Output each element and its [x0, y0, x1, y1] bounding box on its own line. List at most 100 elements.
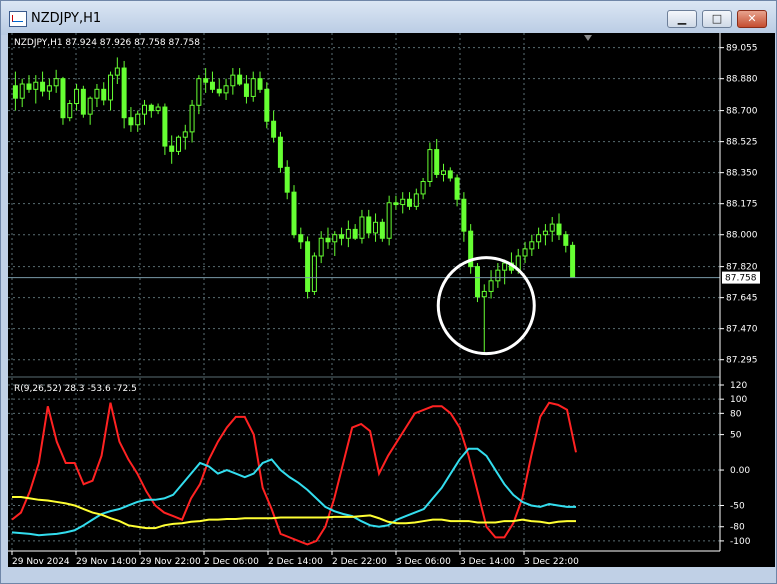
price-tick-label: 88.880: [726, 75, 758, 85]
candle-body: [46, 85, 52, 92]
time-tick-label: 3 Dec 06:00: [396, 557, 451, 567]
indicator-tick-label: 80: [730, 409, 742, 419]
candle-body: [420, 181, 426, 195]
candle-body: [413, 193, 419, 207]
candle-body: [230, 74, 236, 87]
candle-body: [257, 78, 263, 90]
candle-body: [243, 83, 249, 97]
candle-body: [128, 117, 134, 126]
chart-canvas[interactable]: 89.055 88.880 88.700 88.525 88.350 88.175 88.0…: [8, 33, 775, 567]
price-candles: [12, 57, 576, 352]
candle-body: [318, 237, 324, 257]
candle-body: [216, 88, 222, 94]
candle-body: [26, 83, 32, 90]
time-tick-label: 2 Dec 22:00: [332, 557, 387, 567]
candle-body: [250, 78, 256, 97]
candle-body: [298, 234, 304, 243]
candle-body: [209, 81, 215, 90]
candle-body: [400, 198, 406, 206]
candle-body: [60, 78, 66, 119]
candle-body: [502, 262, 508, 271]
time-axis: 29 Nov 2024 29 Nov 14:00 29 Nov 22:00 2 Dec…: [11, 551, 579, 567]
candle-body: [121, 67, 127, 119]
candle-body: [87, 97, 93, 115]
indicator-lines: [11, 401, 577, 546]
candle-body: [196, 78, 202, 106]
price-tick-label: 88.350: [726, 169, 758, 179]
candle-body: [495, 269, 501, 282]
candle-body: [189, 104, 195, 133]
candle-body: [488, 280, 494, 292]
indicator-tick-label: -80: [730, 523, 745, 533]
candle-body: [311, 255, 317, 292]
title-bar[interactable]: NZDJPY,H1 ▁ □ ✕: [1, 1, 776, 35]
candle-body: [155, 106, 161, 112]
indicator-axis: 120 100 80 50 0.00 -50 -80 -100: [720, 381, 751, 547]
main-chart-grid: [8, 33, 720, 551]
indicator-tick-label: -100: [730, 537, 751, 547]
indicator-series-line: [12, 495, 576, 530]
candle-body: [33, 81, 39, 90]
candle-body: [440, 170, 446, 175]
candle-body: [359, 216, 365, 239]
candle-body: [461, 198, 467, 232]
window-bottom-border: [8, 567, 775, 582]
candle-body: [556, 223, 562, 236]
indicator-tick-label: -50: [730, 501, 745, 511]
symbol-info-label: NZDJPY,H1 87.924 87.926 87.758 87.758: [14, 38, 200, 48]
candle-body: [345, 228, 351, 239]
price-tick-label: 87.645: [726, 294, 758, 304]
candle-body: [570, 244, 576, 278]
candle-body: [80, 88, 86, 115]
current-price-label: 87.758: [725, 274, 757, 284]
candle-body: [114, 67, 120, 76]
price-tick-label: 89.055: [726, 44, 758, 54]
price-tick-label: 88.700: [726, 107, 758, 117]
candle-body: [291, 191, 297, 236]
candle-body: [536, 234, 542, 243]
candle-body: [529, 241, 535, 250]
candle-body: [135, 113, 141, 126]
time-tick-label: 29 Nov 14:00: [76, 557, 137, 567]
time-tick-label: 2 Dec 14:00: [268, 557, 323, 567]
candle-body: [434, 149, 440, 175]
price-tick-label: 87.470: [726, 325, 758, 335]
candle-body: [549, 223, 555, 232]
annotation-circle[interactable]: [436, 256, 536, 356]
candle-body: [481, 290, 487, 298]
time-tick-label: 29 Nov 22:00: [140, 557, 201, 567]
candle-body: [284, 166, 290, 193]
price-tick-label: 87.820: [726, 263, 758, 273]
candle-body: [427, 149, 433, 183]
candle-body: [19, 83, 25, 99]
candle-body: [271, 120, 277, 138]
candle-body: [277, 136, 283, 168]
price-tick-label: 88.175: [726, 200, 758, 210]
indicator-tick-label: 0.00: [730, 466, 750, 476]
window-title: NZDJPY,H1: [31, 11, 102, 26]
candle-body: [373, 221, 379, 234]
maximize-icon: □: [711, 12, 723, 25]
maximize-button[interactable]: □: [702, 10, 732, 28]
minimize-button[interactable]: ▁: [667, 10, 697, 28]
price-tick-label: 87.295: [726, 356, 758, 366]
chart-window-icon: [9, 11, 27, 27]
candle-body: [142, 104, 148, 115]
candle-body: [175, 136, 181, 152]
candle-body: [182, 131, 188, 138]
candle-body: [305, 241, 311, 292]
candle-body: [162, 106, 168, 147]
indicator-tick-label: 50: [730, 431, 742, 441]
chart-shift-marker-icon[interactable]: [584, 35, 592, 41]
candle-body: [74, 88, 80, 105]
candle-body: [366, 216, 372, 234]
close-button[interactable]: ✕: [737, 10, 767, 28]
price-tick-label: 88.000: [726, 231, 758, 241]
candle-body: [454, 177, 460, 200]
time-tick-label: 3 Dec 14:00: [460, 557, 515, 567]
candle-body: [522, 248, 528, 257]
candle-body: [339, 234, 345, 239]
candle-body: [325, 237, 331, 243]
candle-body: [379, 221, 385, 239]
candle-body: [447, 170, 453, 179]
